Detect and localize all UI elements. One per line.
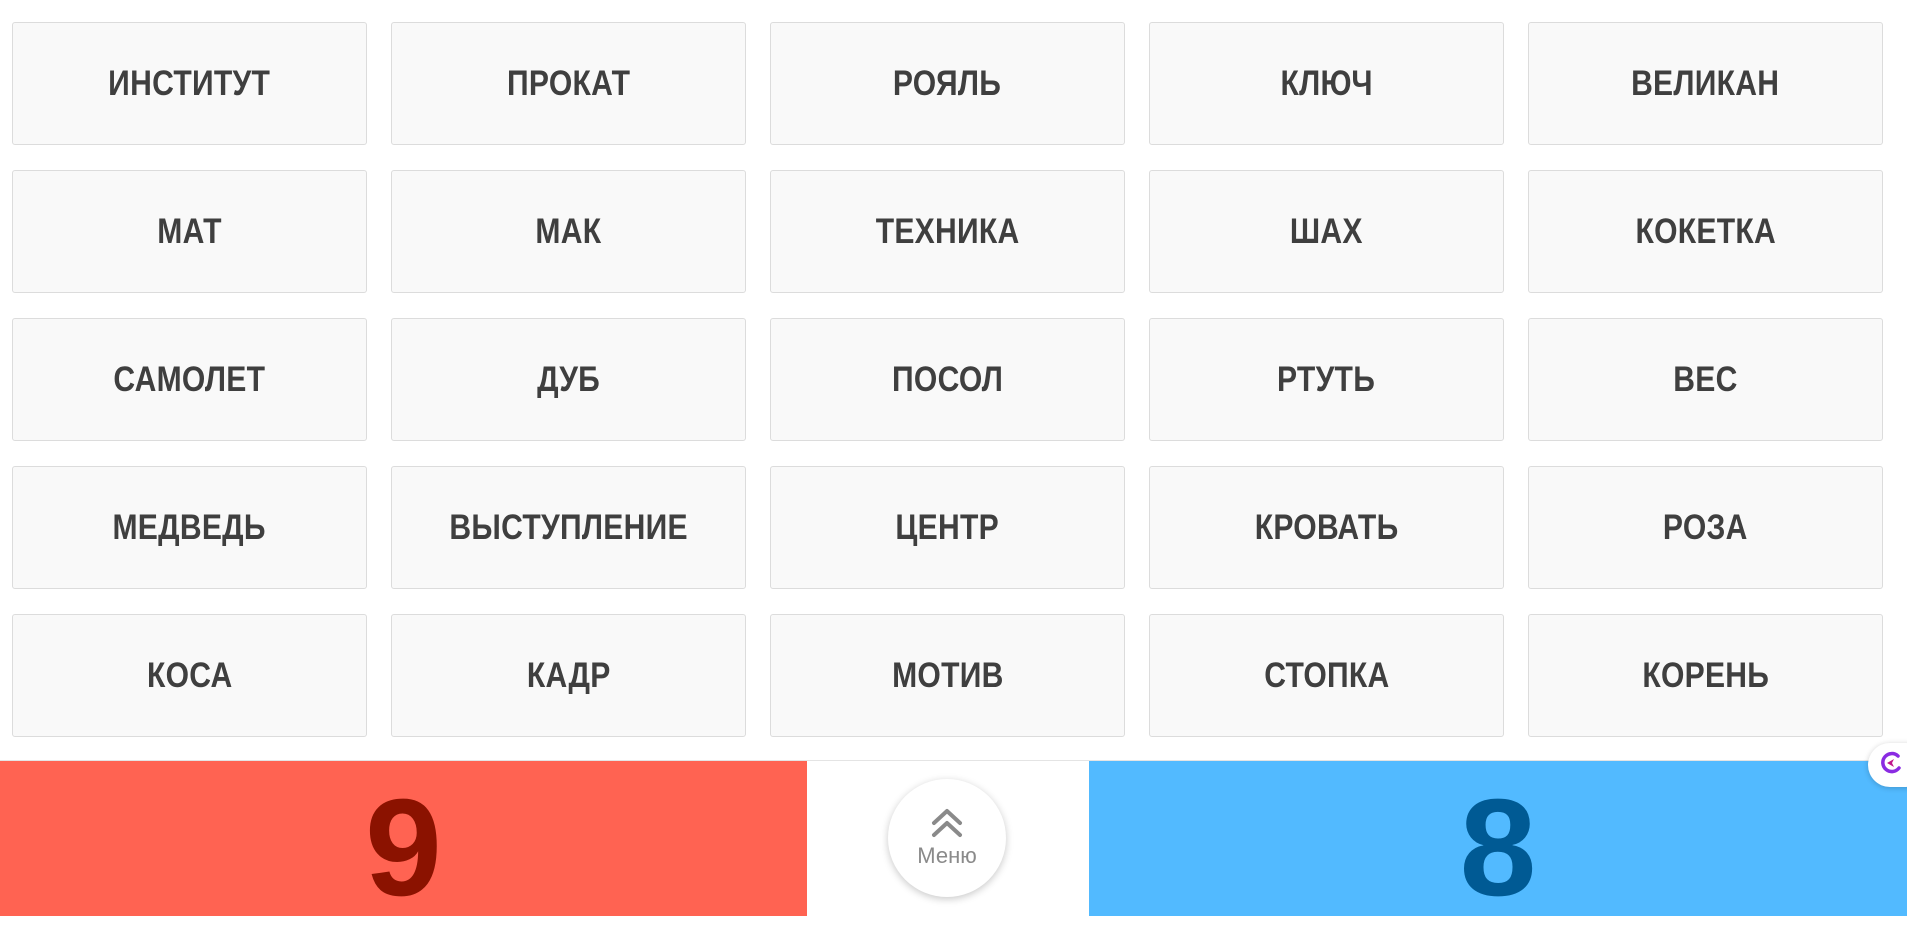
card-word: ТЕХНИКА [875, 211, 1020, 251]
double-chevron-up-icon [929, 807, 965, 839]
score-footer: 9 Меню 8 [0, 760, 1907, 925]
card-word: КЛЮЧ [1280, 63, 1373, 103]
menu-button[interactable]: Меню [888, 779, 1006, 897]
card-word: РОЗА [1663, 507, 1748, 547]
blue-team-panel: 8 [1089, 761, 1907, 925]
card-word: КРОВАТЬ [1254, 507, 1399, 547]
red-team-score: 9 [365, 770, 442, 925]
card-word: МАК [535, 211, 602, 251]
card-word: КОРЕНЬ [1642, 655, 1769, 695]
word-card[interactable]: ТЕХНИКА [770, 170, 1125, 293]
card-word: МОТИВ [891, 655, 1004, 695]
word-card[interactable]: КОСА [12, 614, 367, 737]
word-card[interactable]: РТУТЬ [1149, 318, 1504, 441]
card-word: РОЯЛЬ [893, 63, 1002, 103]
word-card[interactable]: КАДР [391, 614, 746, 737]
card-word: КОКЕТКА [1635, 211, 1776, 251]
card-word: САМОЛЕТ [113, 359, 266, 399]
word-card[interactable]: РОЗА [1528, 466, 1883, 589]
word-card[interactable]: ДУБ [391, 318, 746, 441]
word-card[interactable]: КОРЕНЬ [1528, 614, 1883, 737]
menu-label: Меню [917, 843, 977, 868]
card-word: КОСА [146, 655, 233, 695]
card-word: ЦЕНТР [895, 507, 1000, 547]
card-word: ВЫСТУПЛЕНИЕ [449, 507, 688, 547]
card-word: СТОПКА [1263, 655, 1390, 695]
word-card[interactable]: КРОВАТЬ [1149, 466, 1504, 589]
word-card[interactable]: ЦЕНТР [770, 466, 1125, 589]
word-card[interactable]: ВЫСТУПЛЕНИЕ [391, 466, 746, 589]
menu-area: Меню [807, 761, 1089, 916]
card-word: ИНСТИТУТ [108, 63, 271, 103]
red-team-panel: 9 [0, 761, 807, 925]
word-card[interactable]: ВЕЛИКАН [1528, 22, 1883, 145]
word-card[interactable]: ПОСОЛ [770, 318, 1125, 441]
word-card[interactable]: ПРОКАТ [391, 22, 746, 145]
word-card[interactable]: МЕДВЕДЬ [12, 466, 367, 589]
card-word: КАДР [526, 655, 611, 695]
word-card[interactable]: МОТИВ [770, 614, 1125, 737]
card-word: РТУТЬ [1277, 359, 1376, 399]
word-card[interactable]: КЛЮЧ [1149, 22, 1504, 145]
word-card[interactable]: МАК [391, 170, 746, 293]
word-board: ИНСТИТУТ ПРОКАТ РОЯЛЬ КЛЮЧ ВЕЛИКАН МАТ МАК ТЕХН… [12, 22, 1884, 737]
assistant-icon [1878, 750, 1904, 781]
word-card[interactable]: ВЕС [1528, 318, 1883, 441]
card-word: ПОСОЛ [891, 359, 1004, 399]
word-card[interactable]: СТОПКА [1149, 614, 1504, 737]
card-word: ДУБ [537, 359, 600, 399]
assistant-widget-button[interactable] [1868, 743, 1907, 787]
word-card[interactable]: МАТ [12, 170, 367, 293]
word-card[interactable]: ИНСТИТУТ [12, 22, 367, 145]
card-word: ВЕЛИКАН [1631, 63, 1780, 103]
card-word: ШАХ [1290, 211, 1363, 251]
card-word: МЕДВЕДЬ [112, 507, 267, 547]
card-word: ПРОКАТ [506, 63, 631, 103]
word-card[interactable]: РОЯЛЬ [770, 22, 1125, 145]
card-word: ВЕС [1673, 359, 1738, 399]
word-card[interactable]: САМОЛЕТ [12, 318, 367, 441]
word-card[interactable]: КОКЕТКА [1528, 170, 1883, 293]
card-word: МАТ [157, 211, 222, 251]
blue-team-score: 8 [1459, 770, 1537, 925]
word-card[interactable]: ШАХ [1149, 170, 1504, 293]
